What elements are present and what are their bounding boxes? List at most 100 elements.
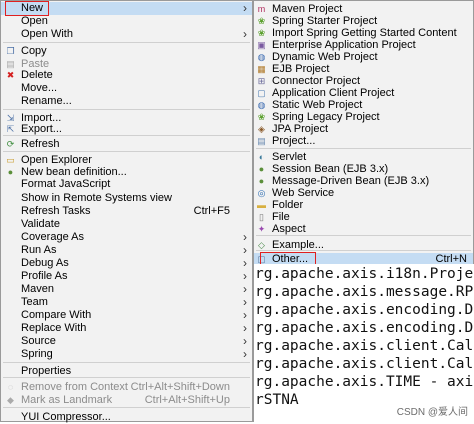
sub-item-label: Project... (272, 135, 316, 147)
accelerator-text: Ctrl+Alt+Shift+Up (144, 394, 230, 406)
accelerator-text: Ctrl+Alt+Shift+Down (130, 381, 230, 393)
bean-icon: ● (258, 176, 265, 186)
ctx-item-maven[interactable]: Maven › (1, 283, 252, 296)
chevron-right-icon: › (243, 27, 247, 41)
ctx-item-delete[interactable]: ✖ Delete (1, 69, 252, 82)
explorer-icon: ▭ (6, 155, 15, 165)
maven-icon: m (257, 4, 266, 14)
menu-separator (256, 250, 471, 251)
ctx-item-debug-as[interactable]: Debug As › (1, 257, 252, 270)
ctx-item-yui-compressor[interactable]: YUI Compressor... (1, 411, 252, 424)
spring-icon: ❀ (257, 112, 266, 122)
ctx-item-move[interactable]: Move... (1, 82, 252, 95)
bean-icon: ● (258, 164, 265, 174)
ctx-item-mark-as-landmark: ◆ Mark as Landmark Ctrl+Alt+Shift+Up (1, 394, 252, 407)
watermark: CSDN @爱人间 (396, 407, 468, 418)
console-line: rg.apache.axis.i18n.ProjectRe (255, 266, 474, 282)
console-line: rg.apache.axis.encoding.Deser (255, 302, 474, 318)
jpa-icon: ◈ (258, 124, 265, 134)
landmark-icon: ◆ (7, 395, 14, 405)
ctx-item-validate[interactable]: Validate (1, 218, 252, 231)
ctx-item-label: Coverage As (21, 231, 84, 243)
ctx-item-label: Source (21, 335, 56, 347)
menu-separator (3, 135, 250, 136)
ctx-item-replace-with[interactable]: Replace With › (1, 322, 252, 335)
menu-separator (3, 377, 250, 378)
menu-separator (3, 362, 250, 363)
ctx-item-format-javascript[interactable]: Format JavaScript (1, 178, 252, 191)
ctx-item-label: YUI Compressor... (21, 411, 111, 423)
web-icon: ◍ (257, 52, 266, 62)
new-submenu: m Maven Project ❀ Spring Starter Project ❀ Im… (253, 0, 474, 267)
ctx-item-team[interactable]: Team › (1, 296, 252, 309)
ctx-item-label: Profile As (21, 270, 68, 282)
ctx-item-label: Remove from Context (21, 381, 128, 393)
ctx-item-remove-from-context: ◌ Remove from Context Ctrl+Alt+Shift+Down (1, 381, 252, 394)
menu-separator (256, 235, 471, 236)
ctx-item-label: Copy (21, 45, 47, 57)
folder-icon: ▬ (257, 200, 266, 210)
ctx-item-label: Move... (21, 82, 58, 94)
menu-separator (3, 151, 250, 152)
ctx-item-label: Show in Remote Systems view (21, 192, 172, 204)
console-output: rSTNA rg.apache.axis.TIME - axis.Ca rg.apa… (253, 264, 474, 422)
ctx-item-refresh-tasks[interactable]: Refresh Tasks Ctrl+F5 (1, 205, 252, 218)
ear-icon: ▣ (257, 40, 266, 50)
aspect-icon: ✦ (257, 224, 266, 234)
ctx-item-label: Team (21, 296, 48, 308)
ctx-item-rename[interactable]: Rename... (1, 95, 252, 108)
console-line: rg.apache.axis.encoding.Deser (255, 320, 474, 336)
ctx-item-profile-as[interactable]: Profile As › (1, 270, 252, 283)
ctx-item-label: Maven (21, 283, 55, 295)
ctx-item-label: Spring (21, 348, 53, 360)
ctx-item-label: Open (21, 15, 48, 27)
ctx-item-coverage-as[interactable]: Coverage As › (1, 231, 252, 244)
ctx-item-label: Format JavaScript (21, 178, 111, 190)
spring-icon: ❀ (257, 16, 266, 26)
console-line: rSTNA (255, 392, 299, 408)
ctx-item-copy[interactable]: ❐ Copy (1, 45, 252, 58)
ctx-item-label: Delete (21, 69, 53, 81)
project-icon: ▤ (257, 136, 266, 146)
console-line: rg.apache.axis.TIME - axis.Ca (255, 374, 474, 390)
bean-icon: ● (7, 167, 14, 177)
copy-icon: ❐ (6, 46, 15, 56)
ctx-item-label: Replace With (21, 322, 87, 334)
remove-context-icon: ◌ (7, 382, 14, 392)
context-menu: New › Open Open With › ❐ Copy ▤ Paste ✖ Delete Move… (0, 0, 253, 424)
sub-item-project[interactable]: ▤ Project... (254, 135, 473, 148)
menu-separator (3, 407, 250, 408)
ctx-item-run-as[interactable]: Run As › (1, 244, 252, 257)
ctx-item-refresh[interactable]: ⟳ Refresh (1, 138, 252, 151)
refresh-icon: ⟳ (6, 139, 15, 149)
servlet-icon: ◐ (258, 152, 265, 162)
ctx-item-label: Run As (21, 244, 57, 256)
webservice-icon: ◎ (257, 188, 266, 198)
ctx-item-source[interactable]: Source › (1, 335, 252, 348)
console-line: rg.apache.axis.client.Call - (255, 356, 474, 372)
chevron-right-icon: › (243, 347, 247, 361)
menu-separator (3, 109, 250, 110)
ctx-item-open-with[interactable]: Open With › (1, 28, 252, 41)
ejb-icon: ▦ (257, 64, 266, 74)
highlight-box (5, 1, 49, 16)
menu-separator (256, 148, 471, 149)
ctx-item-label: Rename... (21, 95, 72, 107)
client-icon: ▢ (257, 88, 266, 98)
ctx-item-label: Refresh (21, 138, 60, 150)
ctx-item-label: Compare With (21, 309, 92, 321)
ctx-item-label: Open With (21, 28, 73, 40)
export-icon: ⇱ (6, 124, 15, 134)
chevron-right-icon: › (243, 1, 247, 15)
console-line: rg.apache.axis.client.Call - (255, 338, 474, 354)
ctx-item-compare-with[interactable]: Compare With › (1, 309, 252, 322)
connector-icon: ⊞ (257, 76, 266, 86)
ctx-item-spring[interactable]: Spring › (1, 348, 252, 361)
ctx-item-open[interactable]: Open (1, 15, 252, 28)
delete-icon: ✖ (6, 70, 15, 80)
menu-separator (3, 42, 250, 43)
ctx-item-show-in-remote-systems-view[interactable]: Show in Remote Systems view (1, 192, 252, 205)
web-icon: ◍ (257, 100, 266, 110)
file-icon: ▯ (259, 212, 264, 222)
spring-icon: ❀ (257, 28, 266, 38)
